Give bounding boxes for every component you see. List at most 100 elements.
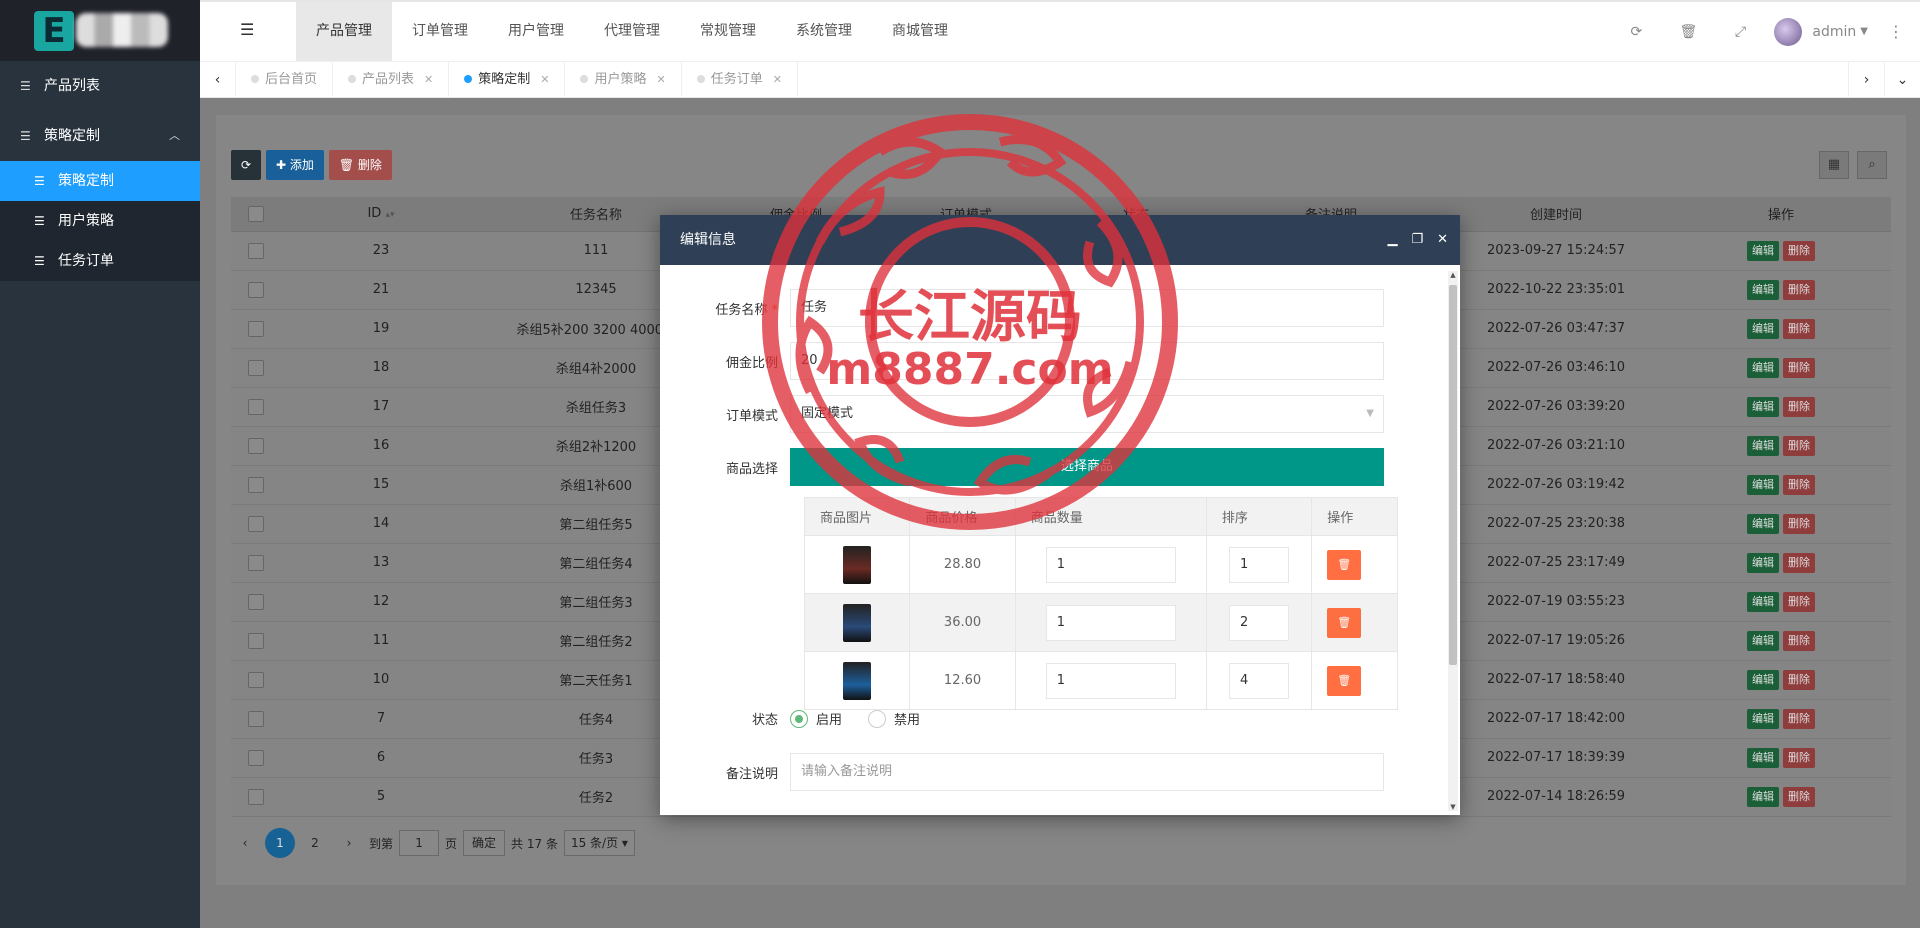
columns-icon[interactable]: ▦ bbox=[1819, 151, 1849, 179]
tab-user-strategy[interactable]: 用户策略 ✕ bbox=[565, 62, 682, 98]
column-header[interactable]: ID ▴▾ bbox=[281, 197, 481, 232]
delete-row-button[interactable]: 删除 bbox=[1783, 357, 1815, 378]
delete-row-button[interactable]: 删除 bbox=[1783, 669, 1815, 690]
edit-button[interactable]: 编辑 bbox=[1747, 708, 1779, 729]
close-icon[interactable]: ✕ bbox=[540, 73, 549, 86]
delete-row-button[interactable]: 删除 bbox=[1783, 318, 1815, 339]
tabs-prev-icon[interactable]: ‹ bbox=[200, 62, 236, 98]
status-disabled-radio[interactable]: 禁用 bbox=[868, 709, 920, 728]
refresh-icon[interactable]: ⟳ bbox=[1610, 24, 1662, 40]
edit-button[interactable]: 编辑 bbox=[1747, 318, 1779, 339]
tab-home[interactable]: 后台首页 bbox=[236, 62, 334, 98]
minimize-icon[interactable]: ▁ bbox=[1387, 215, 1397, 265]
goods-qty-input[interactable]: 1 bbox=[1045, 662, 1176, 699]
caret-down-icon[interactable]: ▼ bbox=[1860, 26, 1868, 37]
row-checkbox[interactable] bbox=[248, 671, 264, 688]
top-nav-system[interactable]: 系统管理 bbox=[776, 2, 872, 61]
edit-button[interactable]: 编辑 bbox=[1747, 240, 1779, 261]
delete-row-button[interactable]: 删除 bbox=[1783, 747, 1815, 768]
select-all-checkbox[interactable] bbox=[248, 205, 264, 222]
pick-goods-button[interactable]: 选择商品 bbox=[790, 448, 1384, 486]
close-icon[interactable]: ✕ bbox=[657, 73, 666, 86]
scroll-up-icon[interactable]: ▲ bbox=[1448, 271, 1458, 279]
goods-sort-input[interactable]: 2 bbox=[1229, 604, 1290, 641]
row-checkbox[interactable] bbox=[248, 554, 264, 571]
delete-row-button[interactable]: 删除 bbox=[1783, 591, 1815, 612]
top-nav-product[interactable]: 产品管理 bbox=[296, 2, 392, 61]
top-nav-agents[interactable]: 代理管理 bbox=[584, 2, 680, 61]
goto-confirm-button[interactable]: 确定 bbox=[463, 830, 506, 856]
goods-sort-input[interactable]: 1 bbox=[1229, 546, 1290, 583]
row-checkbox[interactable] bbox=[248, 281, 264, 298]
search-icon[interactable]: ⌕ bbox=[1857, 151, 1887, 179]
delete-row-button[interactable]: 删除 bbox=[1783, 513, 1815, 534]
modal-scrollbar[interactable]: ▲ ▼ bbox=[1448, 271, 1458, 811]
row-checkbox[interactable] bbox=[248, 749, 264, 766]
refresh-button[interactable]: ⟳ bbox=[231, 150, 261, 180]
close-icon[interactable]: ✕ bbox=[1437, 215, 1448, 265]
remove-goods-button[interactable]: 🗑 bbox=[1327, 665, 1362, 696]
edit-button[interactable]: 编辑 bbox=[1747, 591, 1779, 612]
delete-button[interactable]: 🗑 删除 bbox=[328, 150, 392, 180]
row-checkbox[interactable] bbox=[248, 710, 264, 727]
row-checkbox[interactable] bbox=[248, 788, 264, 805]
scroll-down-icon[interactable]: ▼ bbox=[1448, 803, 1458, 811]
per-page-select[interactable]: 15 条/页 ▾ bbox=[563, 830, 635, 856]
trash-icon[interactable]: 🗑 bbox=[1662, 24, 1714, 40]
avatar[interactable] bbox=[1774, 17, 1803, 46]
page-1[interactable]: 1 bbox=[265, 828, 295, 858]
delete-row-button[interactable]: 删除 bbox=[1783, 552, 1815, 573]
commission-input[interactable]: 20 bbox=[790, 342, 1384, 380]
top-nav-mall[interactable]: 商城管理 bbox=[872, 2, 968, 61]
row-checkbox[interactable] bbox=[248, 476, 264, 493]
edit-button[interactable]: 编辑 bbox=[1747, 357, 1779, 378]
edit-button[interactable]: 编辑 bbox=[1747, 474, 1779, 495]
delete-row-button[interactable]: 删除 bbox=[1783, 474, 1815, 495]
goto-page-input[interactable]: 1 bbox=[399, 830, 440, 856]
goods-sort-input[interactable]: 4 bbox=[1229, 662, 1290, 699]
logo[interactable]: E bbox=[0, 0, 200, 61]
tab-strategy[interactable]: 策略定制 ✕ bbox=[449, 62, 566, 98]
edit-button[interactable]: 编辑 bbox=[1747, 396, 1779, 417]
more-vertical-icon[interactable]: ⋮ bbox=[1888, 22, 1904, 41]
scroll-thumb[interactable] bbox=[1449, 285, 1457, 665]
close-icon[interactable]: ✕ bbox=[773, 73, 782, 86]
row-checkbox[interactable] bbox=[248, 437, 264, 454]
task-name-input[interactable]: 任务 bbox=[790, 289, 1384, 327]
delete-row-button[interactable]: 删除 bbox=[1783, 279, 1815, 300]
goods-qty-input[interactable]: 1 bbox=[1045, 604, 1176, 641]
fullscreen-icon[interactable]: ⤢ bbox=[1714, 24, 1766, 40]
edit-button[interactable]: 编辑 bbox=[1747, 669, 1779, 690]
top-nav-users[interactable]: 用户管理 bbox=[488, 2, 584, 61]
tab-product-list[interactable]: 产品列表 ✕ bbox=[333, 62, 450, 98]
order-mode-select[interactable]: 固定模式 ▼ bbox=[790, 395, 1384, 433]
remove-goods-button[interactable]: 🗑 bbox=[1327, 607, 1362, 638]
sidebar-subitem-user-strategy[interactable]: ☰ 用户策略 bbox=[0, 201, 200, 241]
menu-toggle-icon[interactable]: ☰ bbox=[240, 20, 254, 39]
goods-qty-input[interactable]: 1 bbox=[1045, 546, 1176, 583]
sidebar-subitem-strategy[interactable]: ☰ 策略定制 bbox=[0, 161, 200, 201]
tabs-menu-icon[interactable]: ⌄ bbox=[1884, 62, 1920, 98]
edit-button[interactable]: 编辑 bbox=[1747, 552, 1779, 573]
sidebar-item-product-list[interactable]: ☰ 产品列表 bbox=[0, 61, 200, 111]
top-nav-orders[interactable]: 订单管理 bbox=[392, 2, 488, 61]
delete-row-button[interactable]: 删除 bbox=[1783, 396, 1815, 417]
sidebar-item-strategy[interactable]: ☰ 策略定制 ︿ bbox=[0, 111, 200, 161]
remove-goods-button[interactable]: 🗑 bbox=[1327, 549, 1362, 580]
edit-button[interactable]: 编辑 bbox=[1747, 513, 1779, 534]
page-prev-icon[interactable]: ‹ bbox=[231, 830, 259, 856]
delete-row-button[interactable]: 删除 bbox=[1783, 630, 1815, 651]
tab-task-orders[interactable]: 任务订单 ✕ bbox=[682, 62, 798, 98]
sort-icon[interactable]: ▴▾ bbox=[385, 210, 394, 220]
delete-row-button[interactable]: 删除 bbox=[1783, 435, 1815, 456]
row-checkbox[interactable] bbox=[248, 242, 264, 259]
edit-button[interactable]: 编辑 bbox=[1747, 435, 1779, 456]
edit-button[interactable]: 编辑 bbox=[1747, 279, 1779, 300]
row-checkbox[interactable] bbox=[248, 632, 264, 649]
page-2[interactable]: 2 bbox=[301, 830, 329, 856]
page-next-icon[interactable]: › bbox=[335, 830, 363, 856]
status-enabled-radio[interactable]: 启用 bbox=[790, 709, 842, 728]
tabs-next-icon[interactable]: › bbox=[1848, 62, 1884, 98]
edit-button[interactable]: 编辑 bbox=[1747, 747, 1779, 768]
row-checkbox[interactable] bbox=[248, 359, 264, 376]
